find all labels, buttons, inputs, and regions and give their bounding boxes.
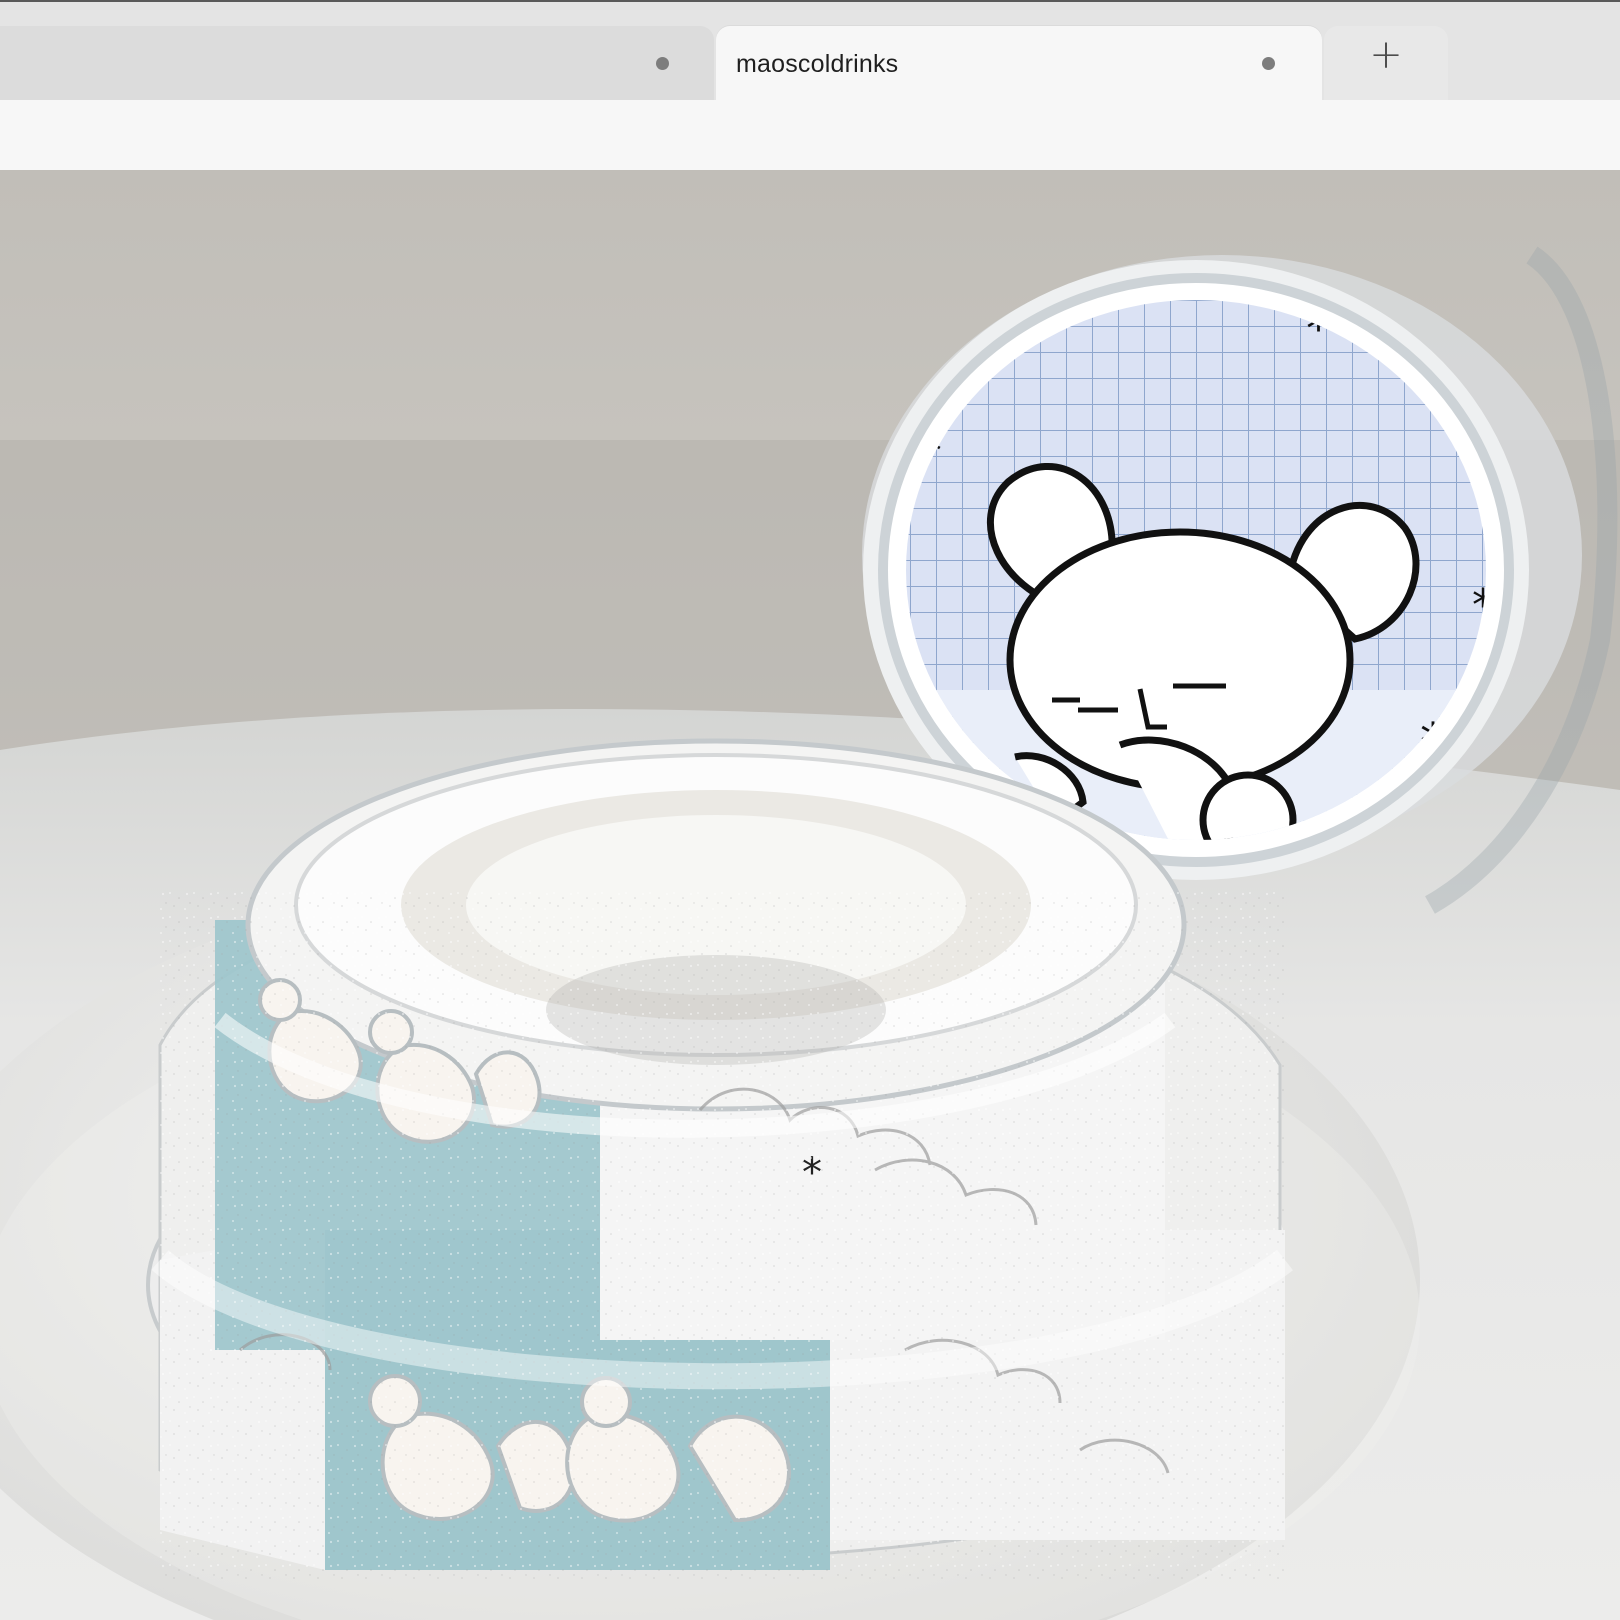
plus-icon: + — [1369, 32, 1403, 78]
squirrel-tape-stack: * — [146, 738, 1293, 1580]
browser-toolbar — [0, 100, 1620, 170]
washi-tape-photo: * * * * — [0, 170, 1620, 1620]
browser-tab-active[interactable]: maoscoldrinks — [716, 26, 1322, 102]
tab-strip: maoscoldrinks + — [0, 0, 1620, 102]
tab-dot-icon[interactable] — [656, 57, 669, 70]
tab-title-active: maoscoldrinks — [736, 50, 899, 78]
browser-tab-inactive[interactable] — [0, 26, 714, 102]
new-tab-button[interactable]: + — [1324, 26, 1448, 102]
page-content: * * * * — [0, 170, 1620, 1620]
tab-dot-icon[interactable] — [1262, 57, 1275, 70]
browser-window: maoscoldrinks + * * — [0, 0, 1620, 1620]
